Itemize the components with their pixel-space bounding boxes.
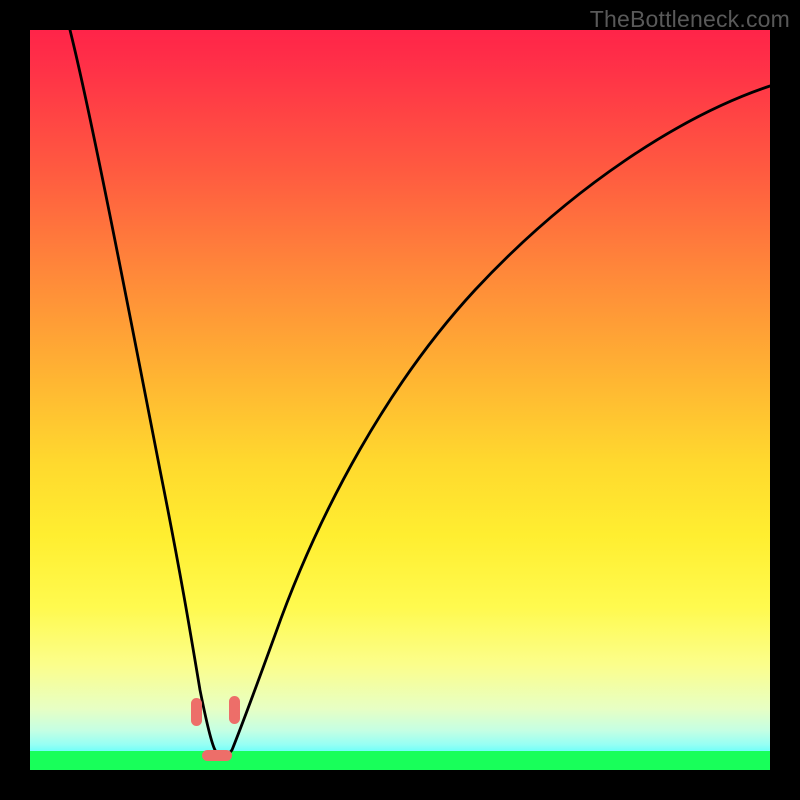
marker-bottom bbox=[202, 750, 232, 761]
chart-frame: TheBottleneck.com bbox=[0, 0, 800, 800]
marker-right bbox=[229, 696, 240, 724]
chart-plot-area bbox=[30, 30, 770, 770]
bottleneck-curve-svg bbox=[30, 30, 770, 770]
bottleneck-curve bbox=[70, 30, 770, 756]
marker-left bbox=[191, 698, 202, 726]
watermark-text: TheBottleneck.com bbox=[590, 6, 790, 33]
